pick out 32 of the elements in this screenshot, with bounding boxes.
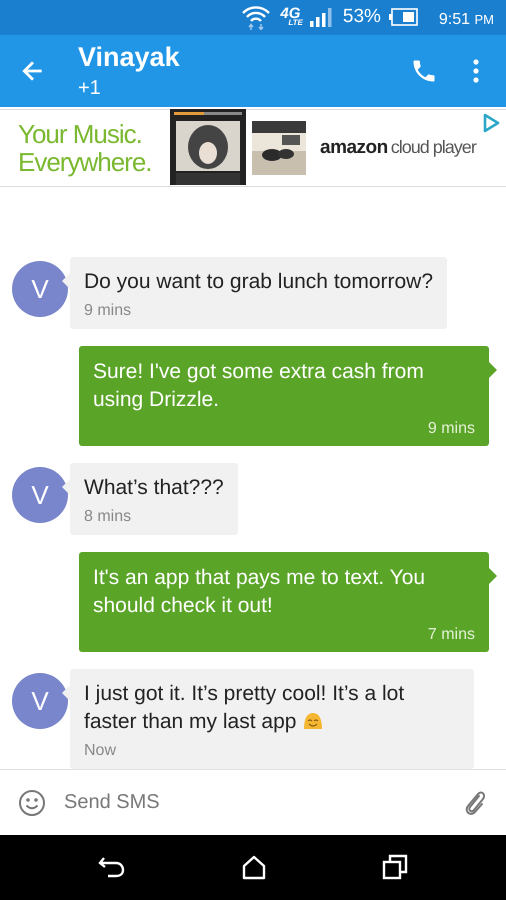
message-time: 9 mins	[428, 420, 475, 438]
battery-percent: 53%	[342, 6, 381, 28]
network-sub-label: LTE	[288, 20, 303, 26]
contact-avatar[interactable]: V	[12, 673, 68, 730]
message-text: What’s that???	[84, 475, 224, 502]
message-time: 7 mins	[428, 626, 475, 644]
message-input[interactable]: Send SMS	[62, 790, 446, 816]
message-time: 8 mins	[84, 508, 132, 526]
smiley-icon[interactable]	[18, 788, 46, 817]
overflow-menu-icon	[472, 58, 480, 84]
contact-count: +1	[78, 77, 102, 100]
network-label: 4G	[280, 8, 300, 20]
message-time: 9 mins	[84, 302, 132, 320]
message-text: Do you want to grab lunch tomorrow?	[84, 269, 434, 296]
contact-avatar[interactable]: V	[12, 261, 68, 318]
home-icon[interactable]	[240, 854, 267, 880]
ad-headline: Your Music.	[18, 120, 143, 148]
contact-avatar[interactable]: V	[12, 467, 68, 524]
clock: 9:51 PM	[438, 11, 494, 30]
message-text: Sure! I've got some extra cash from using Drizzle.	[93, 359, 425, 414]
battery-icon	[388, 8, 418, 26]
back-icon[interactable]	[98, 855, 126, 880]
ad-brand: amazon	[320, 137, 388, 160]
message-text: It's an app that pays me to text. You should check it out!	[93, 565, 426, 620]
ad-banner[interactable]: Your Music. Everywhere. amazon cloud player	[0, 109, 506, 188]
message-text: I just got it. It’s pretty cool! It’s a lot faster than my last app	[84, 681, 406, 736]
message-time: Now	[84, 742, 118, 760]
recent-apps-icon[interactable]	[382, 854, 408, 880]
ad-product: cloud player	[390, 137, 476, 158]
contact-name: Vinayak	[78, 42, 181, 73]
wifi-icon	[241, 4, 272, 30]
ad-headline: Everywhere.	[18, 148, 152, 178]
